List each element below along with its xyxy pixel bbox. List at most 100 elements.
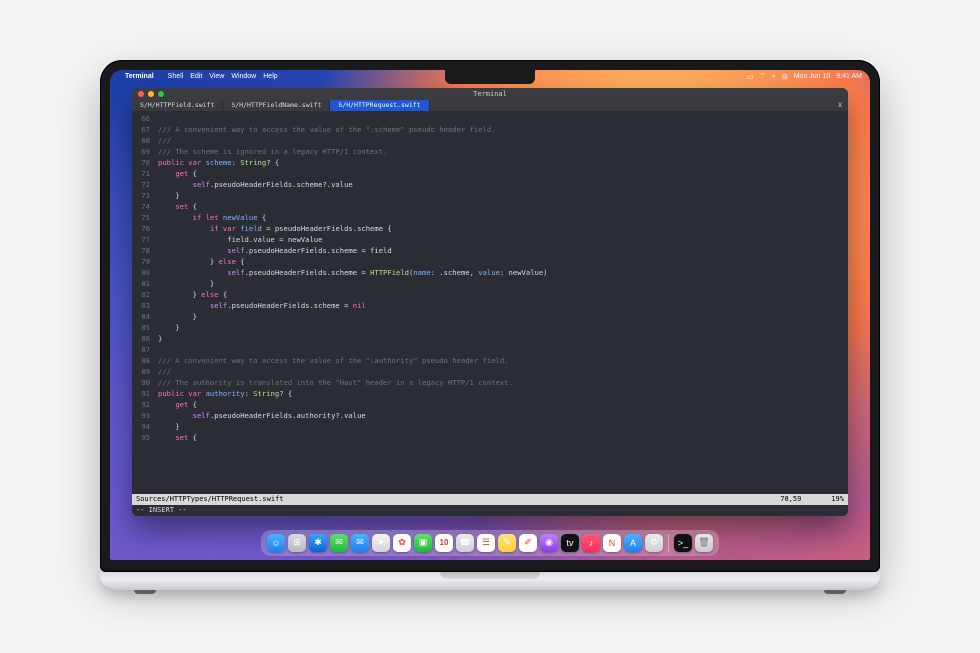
line-number: 74 [132,201,158,212]
dock-photos-icon[interactable]: ✿ [393,534,411,552]
dock-trash-icon[interactable]: 🗑 [695,534,713,552]
code-line: 91public var authority: String? { [132,388,848,399]
code-line: 72 self.pseudoHeaderFields.scheme?.value [132,179,848,190]
dock-calendar-icon[interactable]: 10 [435,534,453,552]
terminal-titlebar[interactable]: Terminal [132,88,848,100]
zoom-icon[interactable] [158,91,164,97]
control-center-icon[interactable]: ⊟ [782,73,788,81]
dock-messages-icon[interactable]: ✉ [330,534,348,552]
code-line: 84 } [132,311,848,322]
line-number: 95 [132,432,158,443]
terminal-tab[interactable]: S/H/HTTPField.swift [132,100,223,111]
dock-podcasts-icon[interactable]: ◉ [540,534,558,552]
dock-finder-icon[interactable]: ☺ [267,534,285,552]
status-path: Sources/HTTPTypes/HTTPRequest.swift [136,495,284,503]
code-line: 78 self.pseudoHeaderFields.scheme = fiel… [132,245,848,256]
menubar-date[interactable]: Mon Jun 10 [794,73,831,80]
dock-settings-icon[interactable]: ⚙ [645,534,663,552]
code-line: 93 self.pseudoHeaderFields.authority?.va… [132,410,848,421]
line-number: 71 [132,168,158,179]
dock-news-icon[interactable]: N [603,534,621,552]
status-cursor-pos: 78,59 [780,495,801,503]
menubar-item-help[interactable]: Help [263,73,277,80]
dock-facetime-icon[interactable]: ▣ [414,534,432,552]
line-number: 77 [132,234,158,245]
vim-status-line: Sources/HTTPTypes/HTTPRequest.swift 78,5… [132,494,848,505]
line-number: 84 [132,311,158,322]
menubar-item-shell[interactable]: Shell [168,73,184,80]
status-scroll-pct: 19% [831,495,844,503]
line-number: 80 [132,267,158,278]
line-number: 89 [132,366,158,377]
menubar-item-edit[interactable]: Edit [190,73,202,80]
dock-appstore-icon[interactable]: A [624,534,642,552]
tab-close-icon[interactable]: X [832,100,848,111]
dock-contacts-icon[interactable]: ☎ [456,534,474,552]
menubar-item-view[interactable]: View [209,73,224,80]
line-number: 76 [132,223,158,234]
code-line: 68/// [132,135,848,146]
line-number: 90 [132,377,158,388]
code-line: 80 self.pseudoHeaderFields.scheme = HTTP… [132,267,848,278]
code-line: 81 } [132,278,848,289]
laptop-base [100,572,880,590]
dock-tv-icon[interactable]: tv [561,534,579,552]
dock-maps-icon[interactable]: ➤ [372,534,390,552]
search-icon[interactable]: ⌕ [772,73,776,81]
code-line: 86} [132,333,848,344]
code-line: 95 set { [132,432,848,443]
terminal-title: Terminal [473,90,507,98]
terminal-window: Terminal S/H/HTTPField.swiftS/H/HTTPFiel… [132,88,848,516]
line-number: 72 [132,179,158,190]
line-number: 73 [132,190,158,201]
line-number: 92 [132,399,158,410]
terminal-tab[interactable]: S/H/HTTPFieldName.swift [223,100,330,111]
code-line: 67/// A convenient way to access the val… [132,124,848,135]
dock-safari-icon[interactable]: ✱ [309,534,327,552]
terminal-tabs: S/H/HTTPField.swiftS/H/HTTPFieldName.swi… [132,100,848,111]
dock: ☺⊞✱✉✉➤✿▣10☎☰✎✐◉tv♪NA⚙>_🗑 [261,530,719,556]
terminal-tab[interactable]: S/H/HTTPRequest.swift [330,100,429,111]
code-line: 92 get { [132,399,848,410]
code-line: 88/// A convenient way to access the val… [132,355,848,366]
dock-music-icon[interactable]: ♪ [582,534,600,552]
dock-mail-icon[interactable]: ✉ [351,534,369,552]
menubar-item-window[interactable]: Window [231,73,256,80]
menubar-time[interactable]: 9:41 AM [836,73,862,80]
code-line: 79 } else { [132,256,848,267]
line-number: 75 [132,212,158,223]
line-number: 79 [132,256,158,267]
dock-notes-icon[interactable]: ✎ [498,534,516,552]
code-line: 89/// [132,366,848,377]
editor-code-area[interactable]: 6667/// A convenient way to access the v… [132,111,848,494]
dock-launchpad-icon[interactable]: ⊞ [288,534,306,552]
minimize-icon[interactable] [148,91,154,97]
battery-icon[interactable]: ▭ [747,73,754,81]
screen-bezel: Terminal Shell Edit View Window Help ▭ ⌔ ⌕ ⊟… [100,60,880,572]
line-number: 67 [132,124,158,135]
wifi-icon[interactable]: ⌔ [759,72,766,81]
line-number: 93 [132,410,158,421]
code-line: 83 self.pseudoHeaderFields.scheme = nil [132,300,848,311]
dock-terminal-icon[interactable]: >_ [674,534,692,552]
vim-mode-line: -- INSERT -- [132,505,848,516]
line-number: 82 [132,289,158,300]
line-number: 88 [132,355,158,366]
dock-reminders-icon[interactable]: ☰ [477,534,495,552]
line-number: 94 [132,421,158,432]
code-line: 66 [132,113,848,124]
line-number: 81 [132,278,158,289]
code-line: 90/// The authority is translated into t… [132,377,848,388]
dock-freeform-icon[interactable]: ✐ [519,534,537,552]
code-line: 77 field.value = newValue [132,234,848,245]
line-number: 70 [132,157,158,168]
line-number: 91 [132,388,158,399]
close-icon[interactable] [138,91,144,97]
line-number: 87 [132,344,158,355]
line-number: 83 [132,300,158,311]
code-line: 69/// The scheme is ignored in a legacy … [132,146,848,157]
line-number: 69 [132,146,158,157]
code-line: 73 } [132,190,848,201]
menubar-app-name[interactable]: Terminal [125,73,154,80]
line-number: 78 [132,245,158,256]
